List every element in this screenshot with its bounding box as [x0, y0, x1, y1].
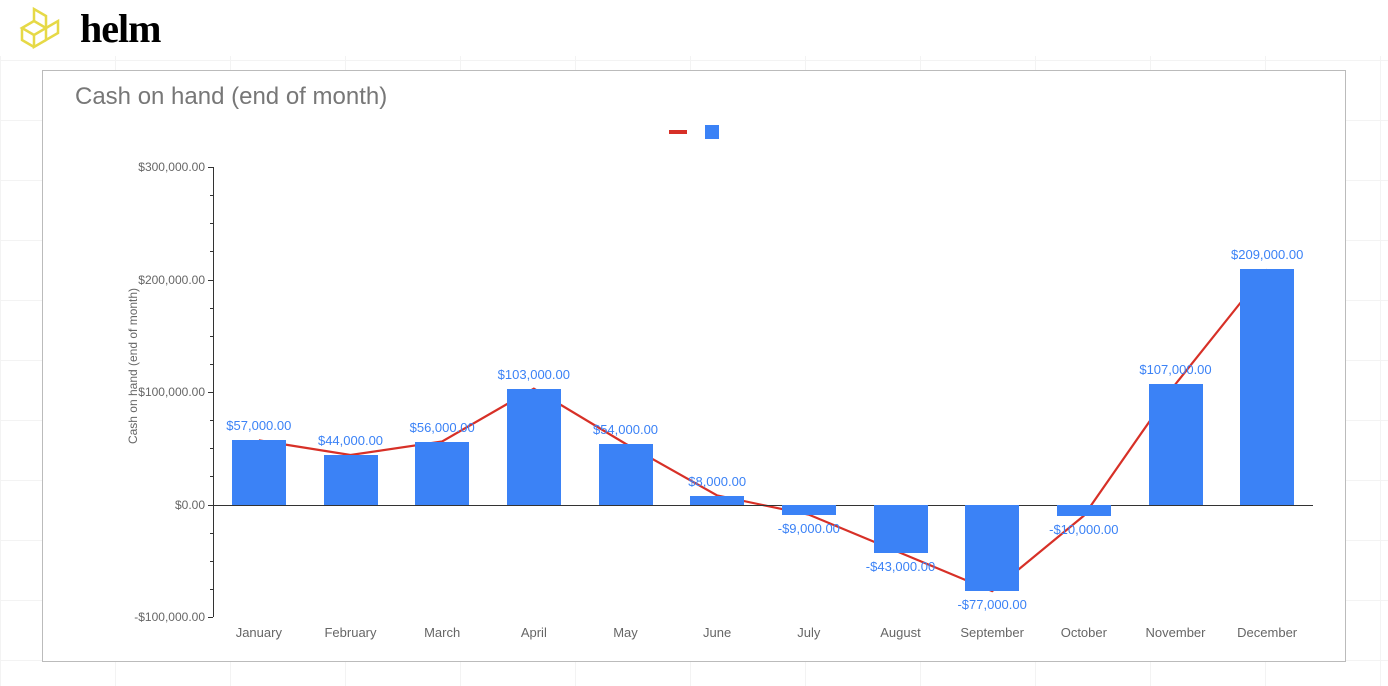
- x-tick-label: February: [324, 625, 376, 640]
- bar-value-label: $209,000.00: [1231, 247, 1303, 262]
- bar-value-label: $57,000.00: [226, 418, 291, 433]
- y-minor-tick: [210, 251, 213, 252]
- bar-value-label: $8,000.00: [688, 474, 746, 489]
- legend-bar-marker: [705, 125, 719, 139]
- bar: [874, 505, 928, 553]
- chart-title: Cash on hand (end of month): [75, 83, 387, 111]
- x-tick-label: December: [1237, 625, 1297, 640]
- y-minor-tick: [210, 308, 213, 309]
- x-tick-label: May: [613, 625, 638, 640]
- bar: [507, 389, 561, 505]
- x-tick-label: October: [1061, 625, 1107, 640]
- y-minor-tick: [210, 476, 213, 477]
- x-tick-label: September: [960, 625, 1024, 640]
- topbar: helm: [0, 0, 1388, 56]
- y-minor-tick: [210, 364, 213, 365]
- y-minor-tick: [210, 223, 213, 224]
- y-tick-label: $300,000.00: [138, 160, 205, 174]
- legend-line-marker: [669, 130, 687, 134]
- y-tick-label: $100,000.00: [138, 385, 205, 399]
- x-tick-label: January: [236, 625, 282, 640]
- bar-value-label: -$10,000.00: [1049, 522, 1118, 537]
- y-axis-line: [213, 167, 214, 617]
- y-minor-tick: [210, 420, 213, 421]
- x-tick-label: June: [703, 625, 731, 640]
- y-tick-mark: [208, 505, 213, 506]
- bar: [415, 442, 469, 505]
- bar: [782, 505, 836, 515]
- bar: [1240, 269, 1294, 504]
- bar-value-label: $56,000.00: [410, 420, 475, 435]
- bar-value-label: $44,000.00: [318, 433, 383, 448]
- bar-value-label: -$77,000.00: [957, 597, 1026, 612]
- bar-value-label: -$9,000.00: [778, 521, 840, 536]
- x-tick-label: April: [521, 625, 547, 640]
- bar: [324, 455, 378, 505]
- y-tick-label: -$100,000.00: [134, 610, 205, 624]
- x-tick-label: November: [1146, 625, 1206, 640]
- bar: [232, 440, 286, 504]
- bar-value-label: -$43,000.00: [866, 559, 935, 574]
- bar-value-label: $54,000.00: [593, 422, 658, 437]
- chart-legend: [669, 125, 719, 139]
- bar: [965, 505, 1019, 592]
- y-minor-tick: [210, 336, 213, 337]
- bar-value-label: $103,000.00: [498, 367, 570, 382]
- plot-area: -$100,000.00$0.00$100,000.00$200,000.00$…: [213, 167, 1313, 617]
- bar: [599, 444, 653, 505]
- bar: [690, 496, 744, 505]
- y-tick-mark: [208, 280, 213, 281]
- y-minor-tick: [210, 195, 213, 196]
- bar: [1149, 384, 1203, 504]
- y-tick-label: $200,000.00: [138, 273, 205, 287]
- y-tick-mark: [208, 392, 213, 393]
- bar-value-label: $107,000.00: [1139, 362, 1211, 377]
- bar: [1057, 505, 1111, 516]
- x-tick-label: August: [880, 625, 920, 640]
- y-axis-label: Cash on hand (end of month): [126, 288, 140, 444]
- x-tick-label: July: [797, 625, 820, 640]
- helm-logo-icon: [16, 6, 68, 50]
- brand-name: helm: [80, 5, 160, 52]
- y-minor-tick: [210, 533, 213, 534]
- y-minor-tick: [210, 561, 213, 562]
- y-tick-label: $0.00: [175, 498, 205, 512]
- y-minor-tick: [210, 589, 213, 590]
- y-tick-mark: [208, 617, 213, 618]
- chart-card: Cash on hand (end of month) Cash on hand…: [42, 70, 1346, 662]
- x-tick-label: March: [424, 625, 460, 640]
- y-tick-mark: [208, 167, 213, 168]
- zero-line: [213, 505, 1313, 506]
- y-minor-tick: [210, 448, 213, 449]
